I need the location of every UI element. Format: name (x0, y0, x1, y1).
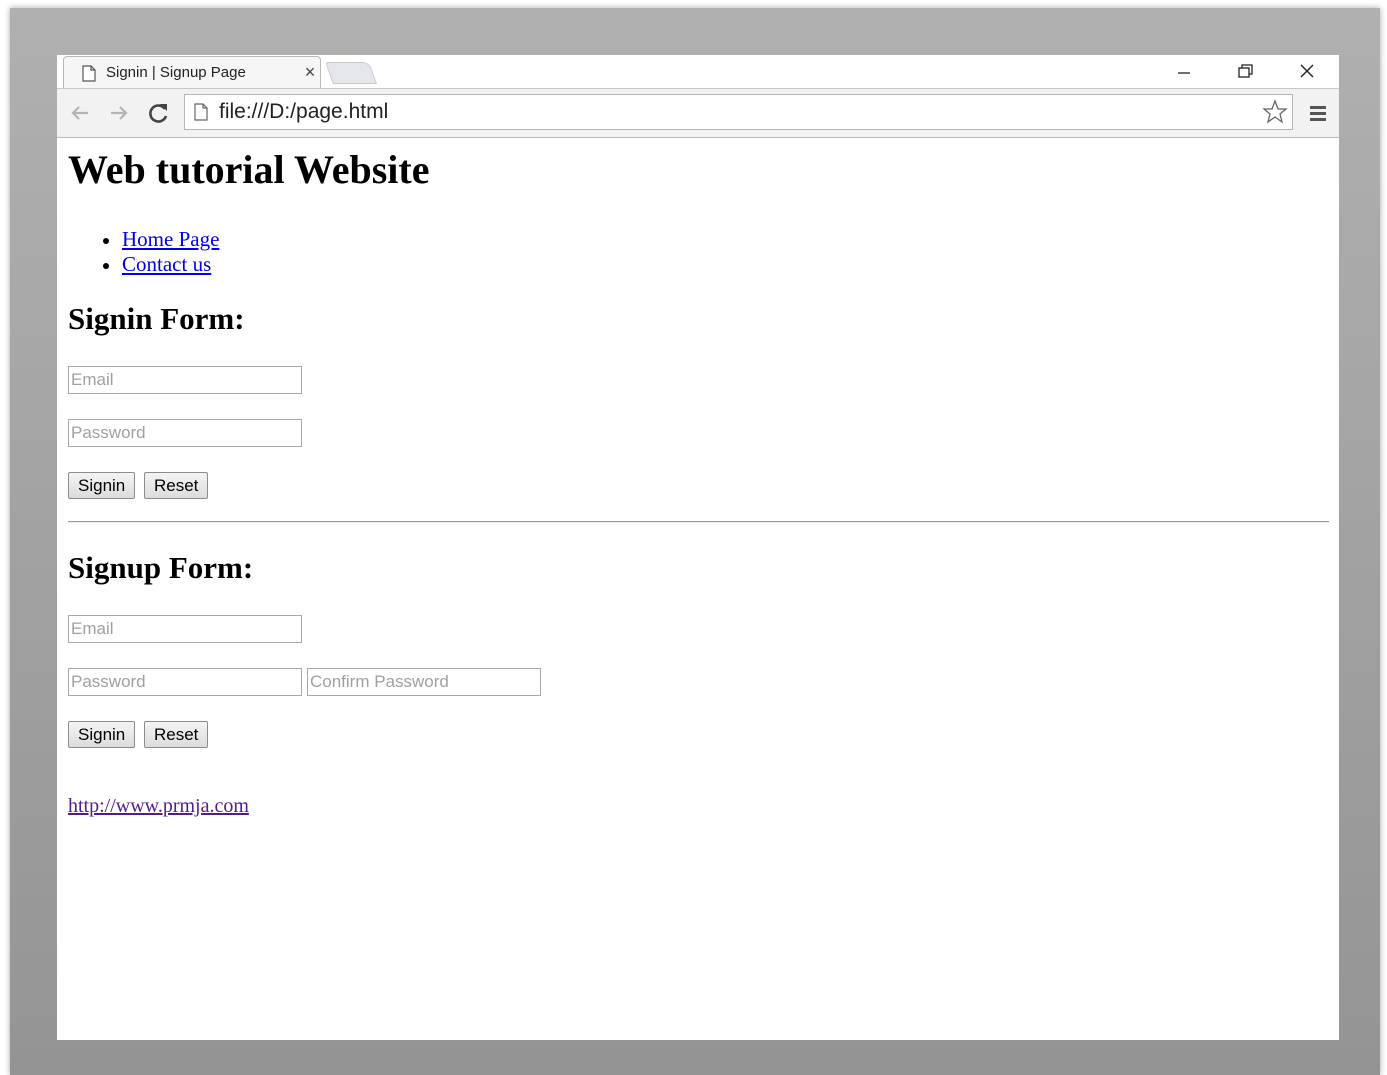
signup-form-title: Signup Form: (68, 550, 254, 585)
form-divider (68, 521, 1329, 523)
signup-reset-button[interactable]: Reset (144, 721, 209, 748)
page-icon (194, 103, 208, 121)
address-url: file:///D:/page.html (219, 100, 389, 123)
contact-us-link[interactable]: Contact us (122, 252, 211, 276)
signin-reset-button[interactable]: Reset (144, 472, 209, 499)
tab-close-icon[interactable]: × (300, 61, 320, 83)
tab-strip: Signin | Signup Page × (57, 55, 1339, 89)
signin-email-input[interactable] (68, 366, 302, 394)
bookmark-star-icon[interactable] (1262, 99, 1288, 125)
browser-window: Signin | Signup Page × file:///D:/page.h… (57, 55, 1339, 1040)
home-page-link[interactable]: Home Page (122, 227, 219, 251)
tab-title: Signin | Signup Page (106, 64, 246, 81)
back-arrow-icon[interactable] (67, 100, 93, 126)
signup-email-input[interactable] (68, 615, 302, 643)
browser-toolbar: file:///D:/page.html (57, 89, 1339, 138)
signin-form-title: Signin Form: (68, 301, 245, 336)
minimize-icon[interactable] (1161, 57, 1207, 85)
nav-item: Home Page (68, 227, 219, 252)
footer-site-link[interactable]: http://www.prmja.com (68, 795, 249, 818)
new-tab-button[interactable] (324, 62, 378, 84)
signup-password-input[interactable] (68, 668, 302, 696)
forward-arrow-icon[interactable] (106, 100, 132, 126)
page-title: Web tutorial Website (68, 147, 430, 192)
address-bar[interactable]: file:///D:/page.html (184, 94, 1293, 130)
nav-item: Contact us (68, 252, 219, 277)
page-content: Web tutorial Website Home Page Contact u… (57, 138, 1339, 1040)
restore-icon[interactable] (1223, 57, 1269, 85)
reload-icon[interactable] (146, 100, 172, 126)
tab-active[interactable]: Signin | Signup Page × (63, 56, 321, 88)
signup-confirm-password-input[interactable] (307, 668, 541, 696)
menu-icon[interactable] (1307, 102, 1329, 124)
page-icon (82, 65, 96, 82)
nav-list: Home Page Contact us (68, 227, 219, 277)
signup-submit-button[interactable]: Signin (68, 721, 136, 748)
window-close-icon[interactable] (1284, 57, 1330, 85)
signin-submit-button[interactable]: Signin (68, 472, 136, 499)
signin-password-input[interactable] (68, 419, 302, 447)
